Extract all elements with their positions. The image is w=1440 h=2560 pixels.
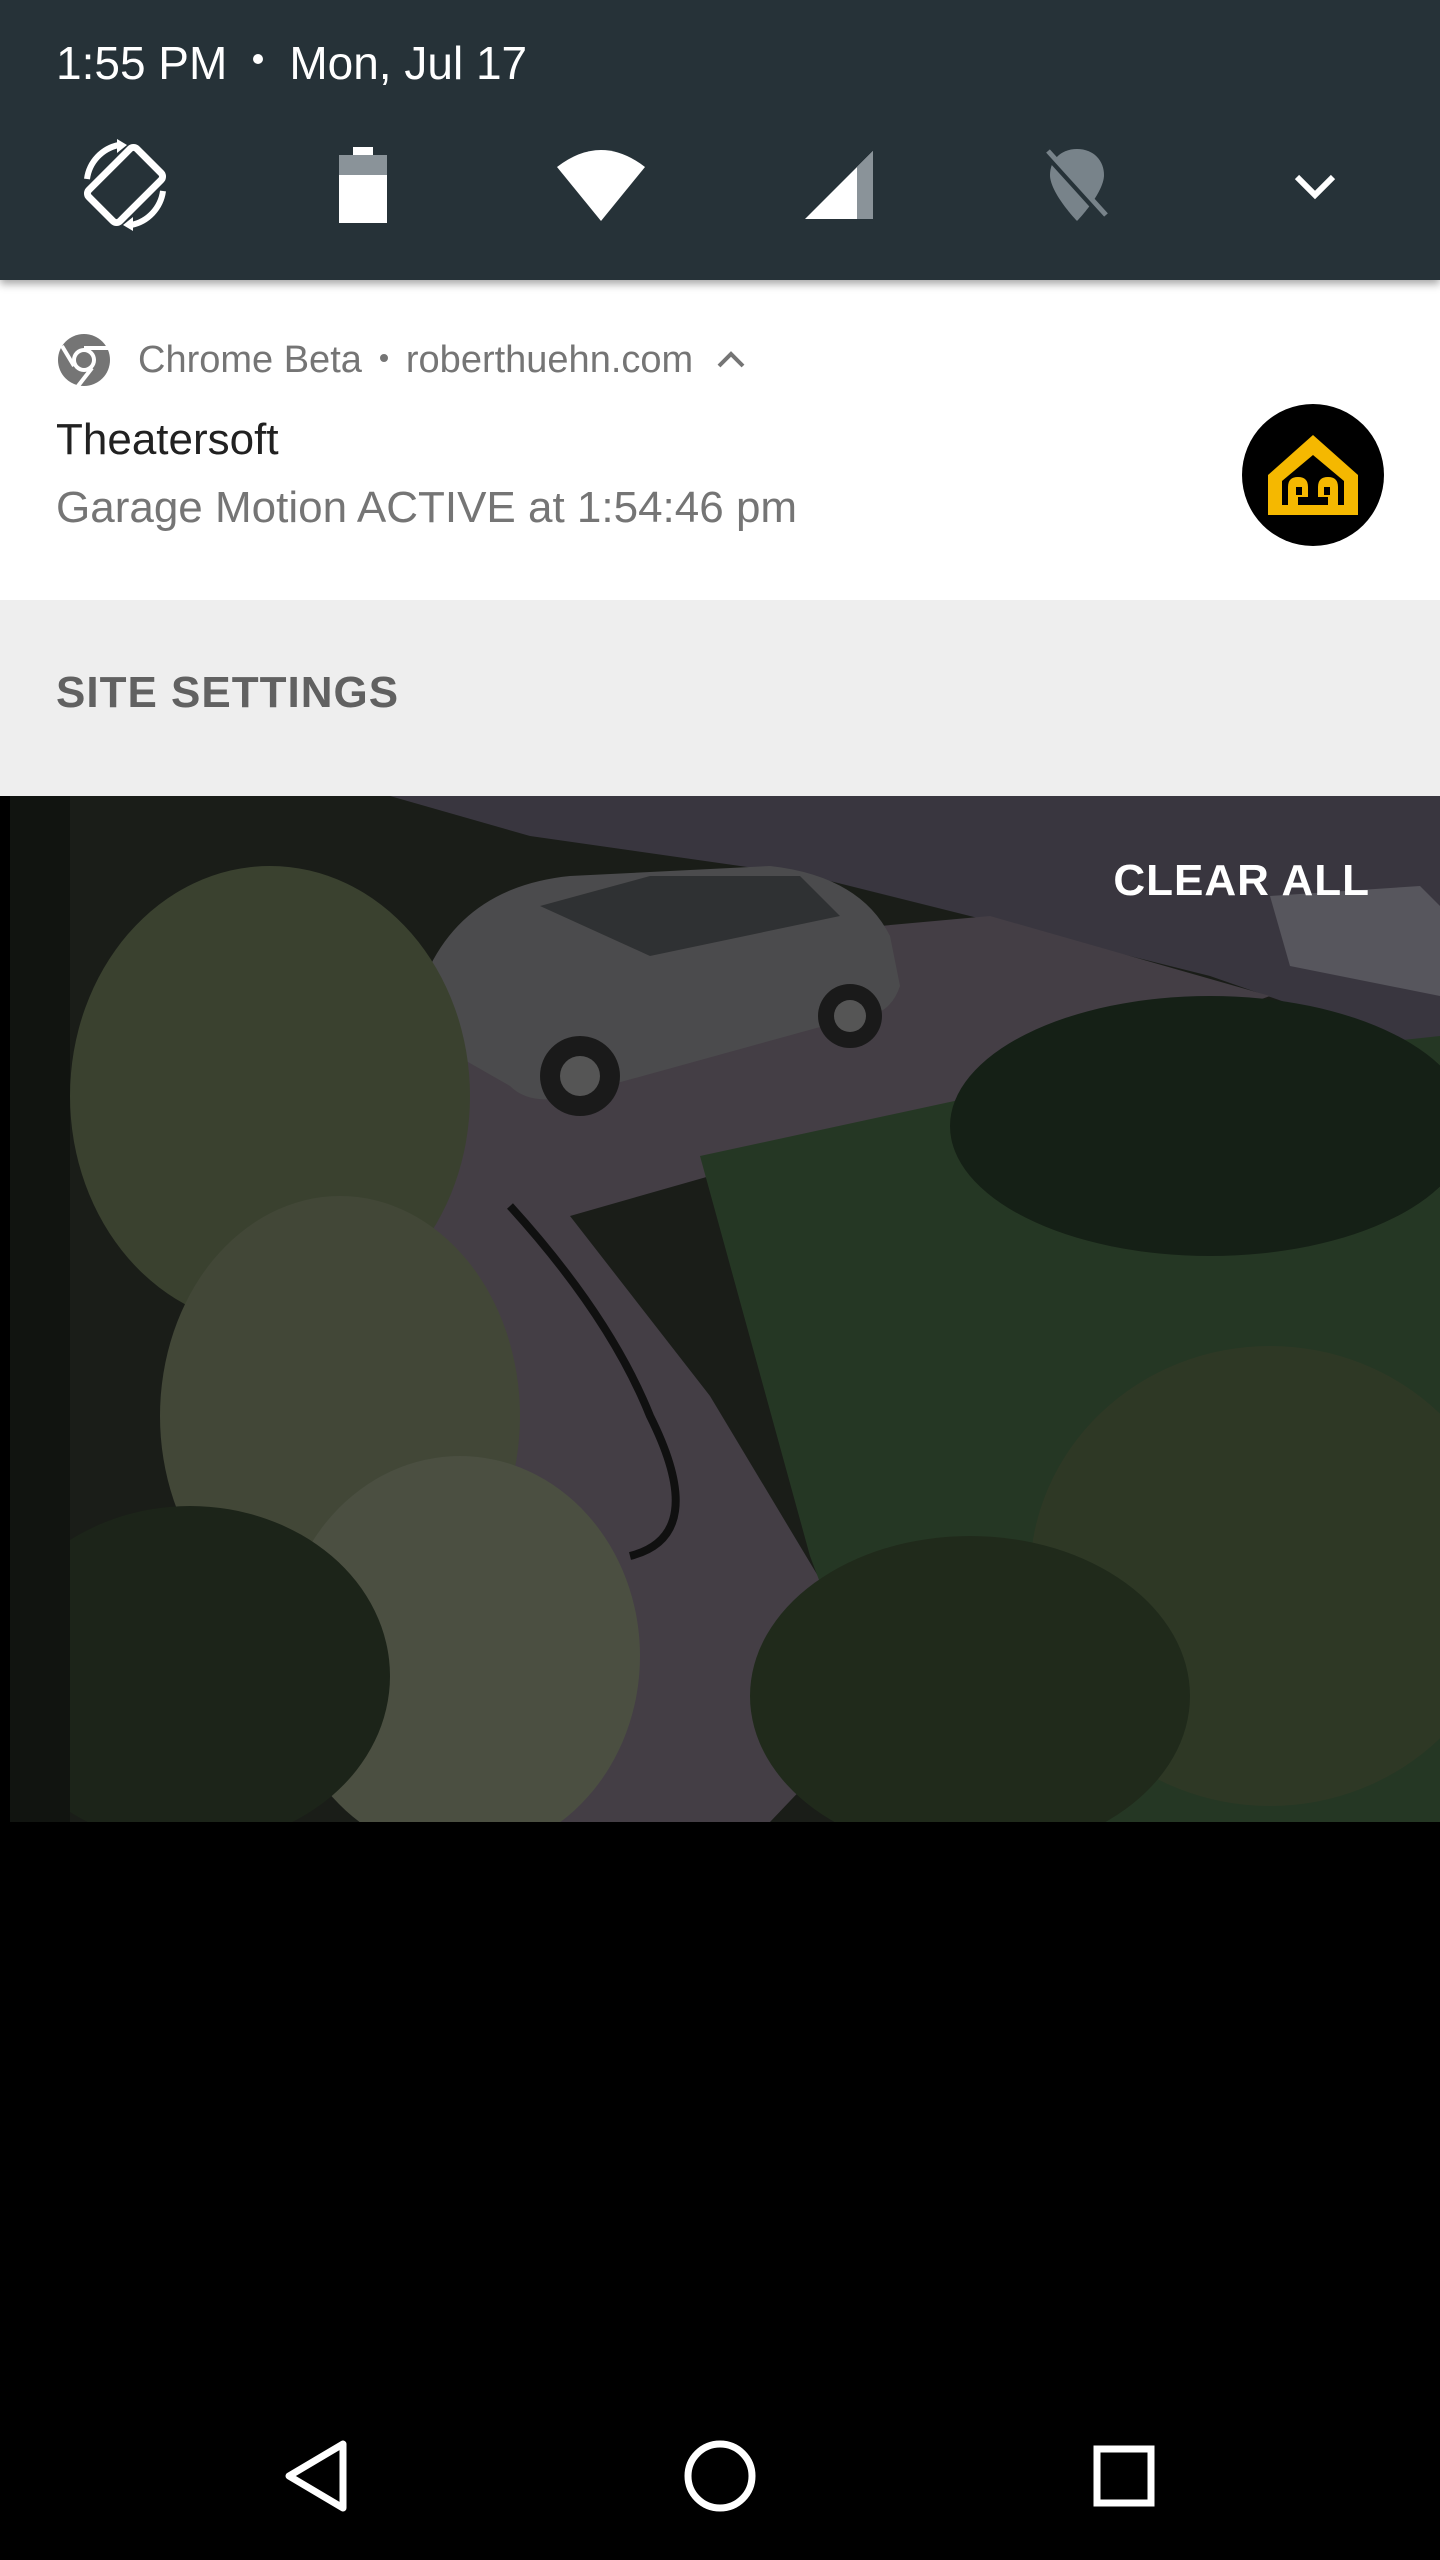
recents-button[interactable] [1064,2416,1184,2536]
chevron-up-icon[interactable] [715,348,747,372]
wifi-tile[interactable] [546,130,656,240]
status-date: Mon, Jul 17 [289,37,528,89]
quick-settings-header: 1:55 PM Mon, Jul 17 [0,0,1440,280]
battery-icon [339,147,387,223]
cell-signal-tile[interactable] [784,130,894,240]
chrome-icon [56,332,112,388]
notification-title: Theatersoft [56,415,279,464]
auto-rotate-icon [83,139,167,231]
separator-dot [379,354,388,362]
notification-actions: SITE SETTINGS [0,600,1440,796]
auto-rotate-tile[interactable] [70,130,180,240]
wifi-icon [557,150,645,221]
cell-signal-icon [805,151,873,219]
location-off-icon [1045,149,1109,222]
navigation-bar [0,2392,1440,2560]
expand-settings-tile[interactable] [1260,130,1370,240]
back-icon [285,2440,347,2512]
shade-scrim [10,796,1440,1822]
camera-feed-background [10,796,1440,1822]
clear-all-button[interactable]: CLEAR ALL [1113,856,1370,906]
home-button[interactable] [660,2416,780,2536]
separator-dot [253,54,264,64]
chevron-down-icon [1294,174,1336,200]
status-time: 1:55 PM [56,37,228,89]
location-tile[interactable] [1022,130,1132,240]
notification-text: Garage Motion ACTIVE at 1:54:46 pm [56,483,798,532]
theatersoft-logo-icon [1242,404,1384,546]
notification-source: roberthuehn.com [405,338,694,381]
status-datetime[interactable]: 1:55 PM Mon, Jul 17 [56,32,527,94]
back-button[interactable] [256,2416,376,2536]
site-settings-button[interactable]: SITE SETTINGS [56,668,399,718]
notification-card[interactable]: Chrome Beta roberthuehn.com Theatersoft … [0,280,1440,600]
battery-tile[interactable] [308,130,418,240]
notification-app-name: Chrome Beta [138,338,362,381]
recents-icon [1093,2445,1155,2507]
home-icon [684,2440,756,2512]
notification-header: Chrome Beta roberthuehn.com [56,332,747,388]
